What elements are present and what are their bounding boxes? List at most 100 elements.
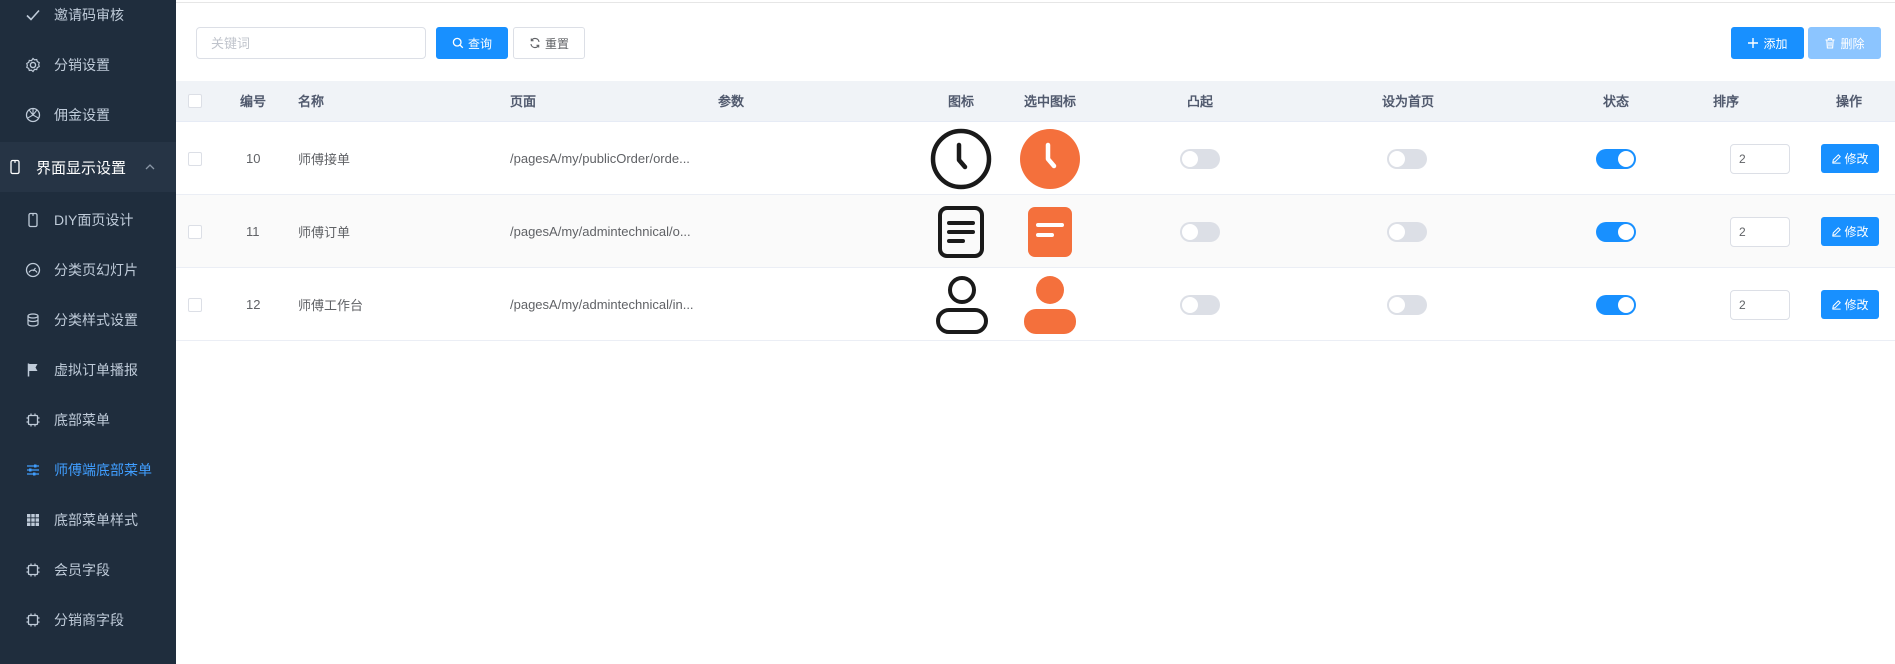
sidebar-item-distribution-settings[interactable]: 分销设置 bbox=[0, 40, 176, 90]
sliders-icon bbox=[24, 461, 42, 479]
gear-icon bbox=[24, 56, 42, 74]
table-header: 编号 名称 页面 参数 图标 选中图标 凸起 设为首页 状态 排序 操作 bbox=[176, 81, 1895, 122]
sidebar-group-label: 界面显示设置 bbox=[36, 159, 127, 177]
sidebar-item-commission-settings[interactable]: 佣金设置 bbox=[0, 90, 176, 140]
chip-icon bbox=[24, 611, 42, 629]
cell-id: 12 bbox=[246, 297, 261, 312]
header-selected-icon: 选中图标 bbox=[1024, 94, 1077, 109]
sidebar-item-category-slides[interactable]: 分类页幻灯片 bbox=[0, 245, 176, 295]
select-all-checkbox[interactable] bbox=[188, 94, 202, 108]
sidebar-item-label: 佣金设置 bbox=[54, 107, 110, 123]
selected-user-icon bbox=[1022, 268, 1078, 341]
sidebar: 邀请码审核 分销设置 佣金设置 界面显示设置 DIY面页设计 分类页幻灯片 分类… bbox=[0, 0, 176, 664]
row-checkbox[interactable] bbox=[188, 122, 202, 195]
homepage-toggle[interactable] bbox=[1387, 148, 1427, 169]
check-icon bbox=[24, 6, 42, 24]
sidebar-item-label: 虚拟订单播报 bbox=[54, 362, 138, 378]
selected-clock-icon bbox=[1019, 122, 1081, 195]
sidebar-item-label: 底部菜单 bbox=[54, 412, 110, 428]
query-label: 查询 bbox=[467, 36, 492, 51]
reset-button[interactable]: 重置 bbox=[513, 27, 585, 59]
sidebar-item-technician-bottom-menu[interactable]: 师傅端底部菜单 bbox=[0, 445, 176, 495]
sidebar-group-display-settings[interactable]: 界面显示设置 bbox=[0, 142, 176, 192]
sidebar-item-label: 分销设置 bbox=[54, 57, 110, 73]
header-icon: 图标 bbox=[948, 94, 975, 109]
row-checkbox[interactable] bbox=[188, 268, 202, 341]
sort-input[interactable] bbox=[1730, 216, 1790, 247]
cell-name: 师傅订单 bbox=[298, 225, 351, 240]
grid-icon bbox=[24, 511, 42, 529]
status-toggle[interactable] bbox=[1596, 221, 1636, 242]
sidebar-item-bottom-menu[interactable]: 底部菜单 bbox=[0, 395, 176, 445]
sidebar-item-label: 师傅端底部菜单 bbox=[54, 462, 152, 478]
coins-icon bbox=[24, 311, 42, 329]
header-page: 页面 bbox=[510, 94, 537, 109]
pencil-icon bbox=[1832, 154, 1842, 164]
reset-label: 重置 bbox=[544, 36, 569, 51]
status-toggle[interactable] bbox=[1596, 294, 1636, 315]
search-input[interactable] bbox=[196, 27, 426, 59]
sidebar-item-label: 邀请码审核 bbox=[54, 7, 124, 23]
chip-icon bbox=[24, 561, 42, 579]
header-action: 操作 bbox=[1836, 94, 1863, 109]
chevron-up-icon bbox=[144, 160, 156, 172]
phone-icon bbox=[24, 211, 42, 229]
selected-document-icon bbox=[1025, 195, 1075, 268]
sidebar-item-invite-review[interactable]: 邀请码审核 bbox=[0, 0, 176, 40]
sort-input[interactable] bbox=[1730, 143, 1790, 174]
header-sort: 排序 bbox=[1713, 94, 1740, 109]
header-raised: 凸起 bbox=[1187, 94, 1214, 109]
table-row: 10 师傅接单 /pagesA/my/publicOrder/orde... 修… bbox=[176, 122, 1895, 195]
homepage-toggle[interactable] bbox=[1387, 221, 1427, 242]
sidebar-item-label: 分类样式设置 bbox=[54, 312, 138, 328]
trash-icon bbox=[1825, 37, 1835, 49]
phone-icon bbox=[6, 158, 24, 176]
sidebar-item-label: DIY面页设计 bbox=[54, 212, 134, 228]
gauge-icon bbox=[24, 261, 42, 279]
flag-icon bbox=[24, 361, 42, 379]
sort-input[interactable] bbox=[1730, 289, 1790, 320]
sidebar-item-diy-page-design[interactable]: DIY面页设计 bbox=[0, 195, 176, 245]
edit-label: 修改 bbox=[1844, 152, 1869, 166]
cell-page: /pagesA/my/admintechnical/o... bbox=[510, 224, 691, 239]
raised-toggle[interactable] bbox=[1180, 294, 1220, 315]
sidebar-item-bottom-menu-style[interactable]: 底部菜单样式 bbox=[0, 495, 176, 545]
row-checkbox[interactable] bbox=[188, 195, 202, 268]
plus-icon bbox=[1748, 38, 1759, 48]
document-icon bbox=[936, 195, 986, 268]
edit-label: 修改 bbox=[1844, 298, 1869, 312]
header-name: 名称 bbox=[298, 94, 325, 109]
sidebar-item-label: 底部菜单样式 bbox=[54, 512, 138, 528]
table-row: 11 师傅订单 /pagesA/my/admintechnical/o... 修… bbox=[176, 195, 1895, 268]
clock-icon bbox=[930, 122, 992, 195]
sidebar-item-label: 分销商字段 bbox=[54, 612, 124, 628]
sidebar-item-label: 分类页幻灯片 bbox=[54, 262, 138, 278]
user-icon bbox=[934, 268, 990, 341]
cell-id: 11 bbox=[246, 224, 260, 239]
search-icon bbox=[452, 37, 464, 49]
delete-button[interactable]: 删除 bbox=[1808, 27, 1881, 59]
cell-name: 师傅工作台 bbox=[298, 298, 364, 313]
homepage-toggle[interactable] bbox=[1387, 294, 1427, 315]
add-label: 添加 bbox=[1763, 36, 1788, 51]
raised-toggle[interactable] bbox=[1180, 148, 1220, 169]
header-id: 编号 bbox=[240, 94, 267, 109]
sidebar-item-category-style[interactable]: 分类样式设置 bbox=[0, 295, 176, 345]
pencil-icon bbox=[1832, 227, 1842, 237]
raised-toggle[interactable] bbox=[1180, 221, 1220, 242]
edit-button[interactable]: 修改 bbox=[1821, 144, 1879, 173]
sidebar-item-member-fields[interactable]: 会员字段 bbox=[0, 545, 176, 595]
edit-button[interactable]: 修改 bbox=[1821, 217, 1879, 246]
edit-label: 修改 bbox=[1844, 225, 1869, 239]
refresh-icon bbox=[530, 37, 540, 49]
add-button[interactable]: 添加 bbox=[1731, 27, 1804, 59]
status-toggle[interactable] bbox=[1596, 148, 1636, 169]
header-params: 参数 bbox=[718, 94, 745, 109]
sidebar-item-virtual-order-broadcast[interactable]: 虚拟订单播报 bbox=[0, 345, 176, 395]
cell-id: 10 bbox=[246, 151, 261, 166]
query-button[interactable]: 查询 bbox=[436, 27, 508, 59]
header-status: 状态 bbox=[1603, 94, 1630, 109]
edit-button[interactable]: 修改 bbox=[1821, 290, 1879, 319]
header-homepage: 设为首页 bbox=[1382, 94, 1435, 109]
sidebar-item-distributor-fields[interactable]: 分销商字段 bbox=[0, 595, 176, 645]
